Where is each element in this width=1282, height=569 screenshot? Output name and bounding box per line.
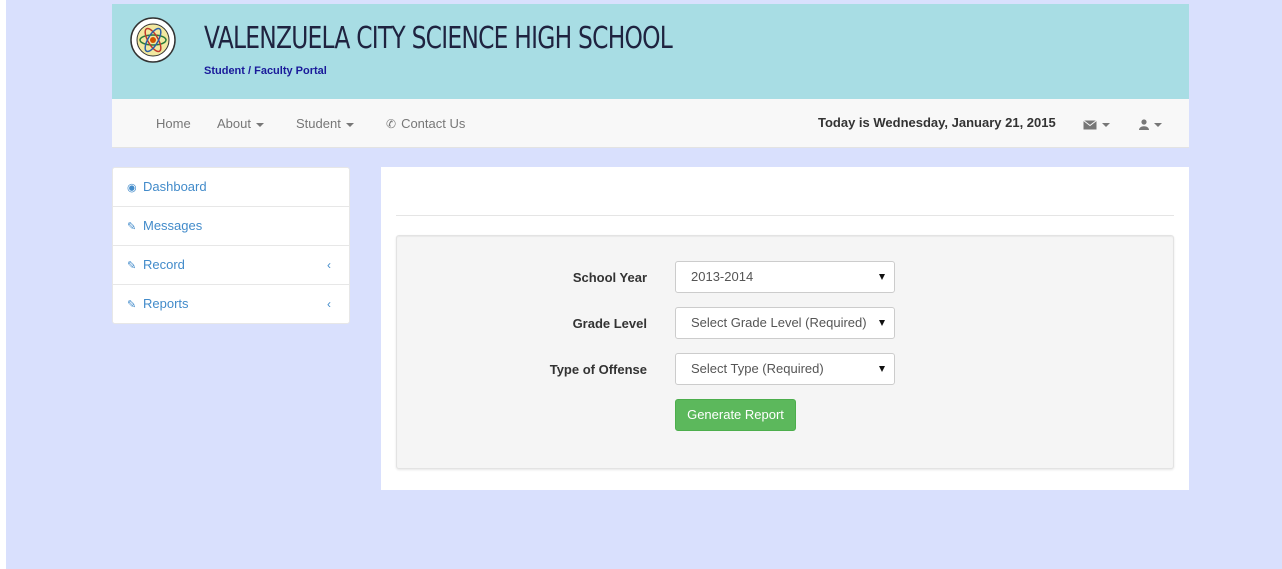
chevron-left-icon: ‹ <box>327 297 331 311</box>
offense-type-label: Type of Offense <box>549 362 647 377</box>
grade-level-select[interactable]: Select Grade Level (Required) <box>675 307 895 339</box>
site-subtitle: Student / Faculty Portal <box>204 65 327 77</box>
dropdown-arrow-icon <box>879 366 885 372</box>
sidebar-menu: ◉ Dashboard ✎ Messages ✎ Record ‹ ✎ Reports … <box>112 167 350 324</box>
sidebar-item-messages[interactable]: ✎ Messages <box>113 207 349 246</box>
edit-icon: ✎ <box>127 221 137 233</box>
offense-type-value: Select Type (Required) <box>691 361 824 376</box>
sidebar-item-record[interactable]: ✎ Record ‹ <box>113 246 349 285</box>
top-navbar: Home About Student ✆ Contact Us Today is … <box>112 99 1189 148</box>
left-edge-strip <box>0 0 6 569</box>
sidebar-item-label: Messages <box>143 218 203 233</box>
edit-icon: ✎ <box>127 260 137 272</box>
school-year-value: 2013-2014 <box>691 269 754 284</box>
nav-about-dropdown[interactable]: About <box>217 116 264 131</box>
sidebar-item-label: Dashboard <box>143 179 207 194</box>
dashboard-icon: ◉ <box>127 182 137 194</box>
site-header: VALENZUELA CITY SCIENCE HIGH SCHOOL Stud… <box>112 4 1189 99</box>
school-year-select[interactable]: 2013-2014 <box>675 261 895 293</box>
user-dropdown[interactable] <box>1139 116 1162 131</box>
envelope-icon <box>1083 119 1097 130</box>
sidebar-item-dashboard[interactable]: ◉ Dashboard <box>113 168 349 207</box>
report-form: School Year 2013-2014 Grade Level Select… <box>396 235 1174 469</box>
user-icon <box>1139 119 1149 131</box>
edit-icon: ✎ <box>127 299 137 311</box>
main-panel: School Year 2013-2014 Grade Level Select… <box>381 167 1189 490</box>
nav-contact-label: Contact Us <box>401 116 466 131</box>
nav-home[interactable]: Home <box>156 116 191 131</box>
offense-type-select[interactable]: Select Type (Required) <box>675 353 895 385</box>
nav-student-label: Student <box>296 116 341 131</box>
caret-down-icon <box>345 122 354 127</box>
sidebar-item-label: Record <box>143 257 185 272</box>
grade-level-label: Grade Level <box>572 316 647 331</box>
site-title: VALENZUELA CITY SCIENCE HIGH SCHOOL <box>204 21 673 56</box>
divider <box>396 215 1174 216</box>
school-year-label: School Year <box>572 270 647 285</box>
nav-student-dropdown[interactable]: Student <box>296 116 354 131</box>
messages-dropdown[interactable] <box>1083 116 1110 131</box>
dropdown-arrow-icon <box>879 320 885 326</box>
nav-contact[interactable]: ✆ Contact Us <box>386 116 465 131</box>
nav-home-label: Home <box>156 116 191 131</box>
school-logo-icon[interactable] <box>130 17 176 63</box>
dropdown-arrow-icon <box>879 274 885 280</box>
today-date: Today is Wednesday, January 21, 2015 <box>818 115 1056 130</box>
nav-about-label: About <box>217 116 251 131</box>
caret-down-icon <box>1102 122 1110 127</box>
chevron-left-icon: ‹ <box>327 258 331 272</box>
generate-report-button[interactable]: Generate Report <box>675 399 796 431</box>
phone-icon: ✆ <box>386 117 397 131</box>
grade-level-value: Select Grade Level (Required) <box>691 315 867 330</box>
caret-down-icon <box>1154 122 1162 127</box>
sidebar-item-label: Reports <box>143 296 189 311</box>
caret-down-icon <box>255 122 264 127</box>
sidebar-item-reports[interactable]: ✎ Reports ‹ <box>113 285 349 323</box>
